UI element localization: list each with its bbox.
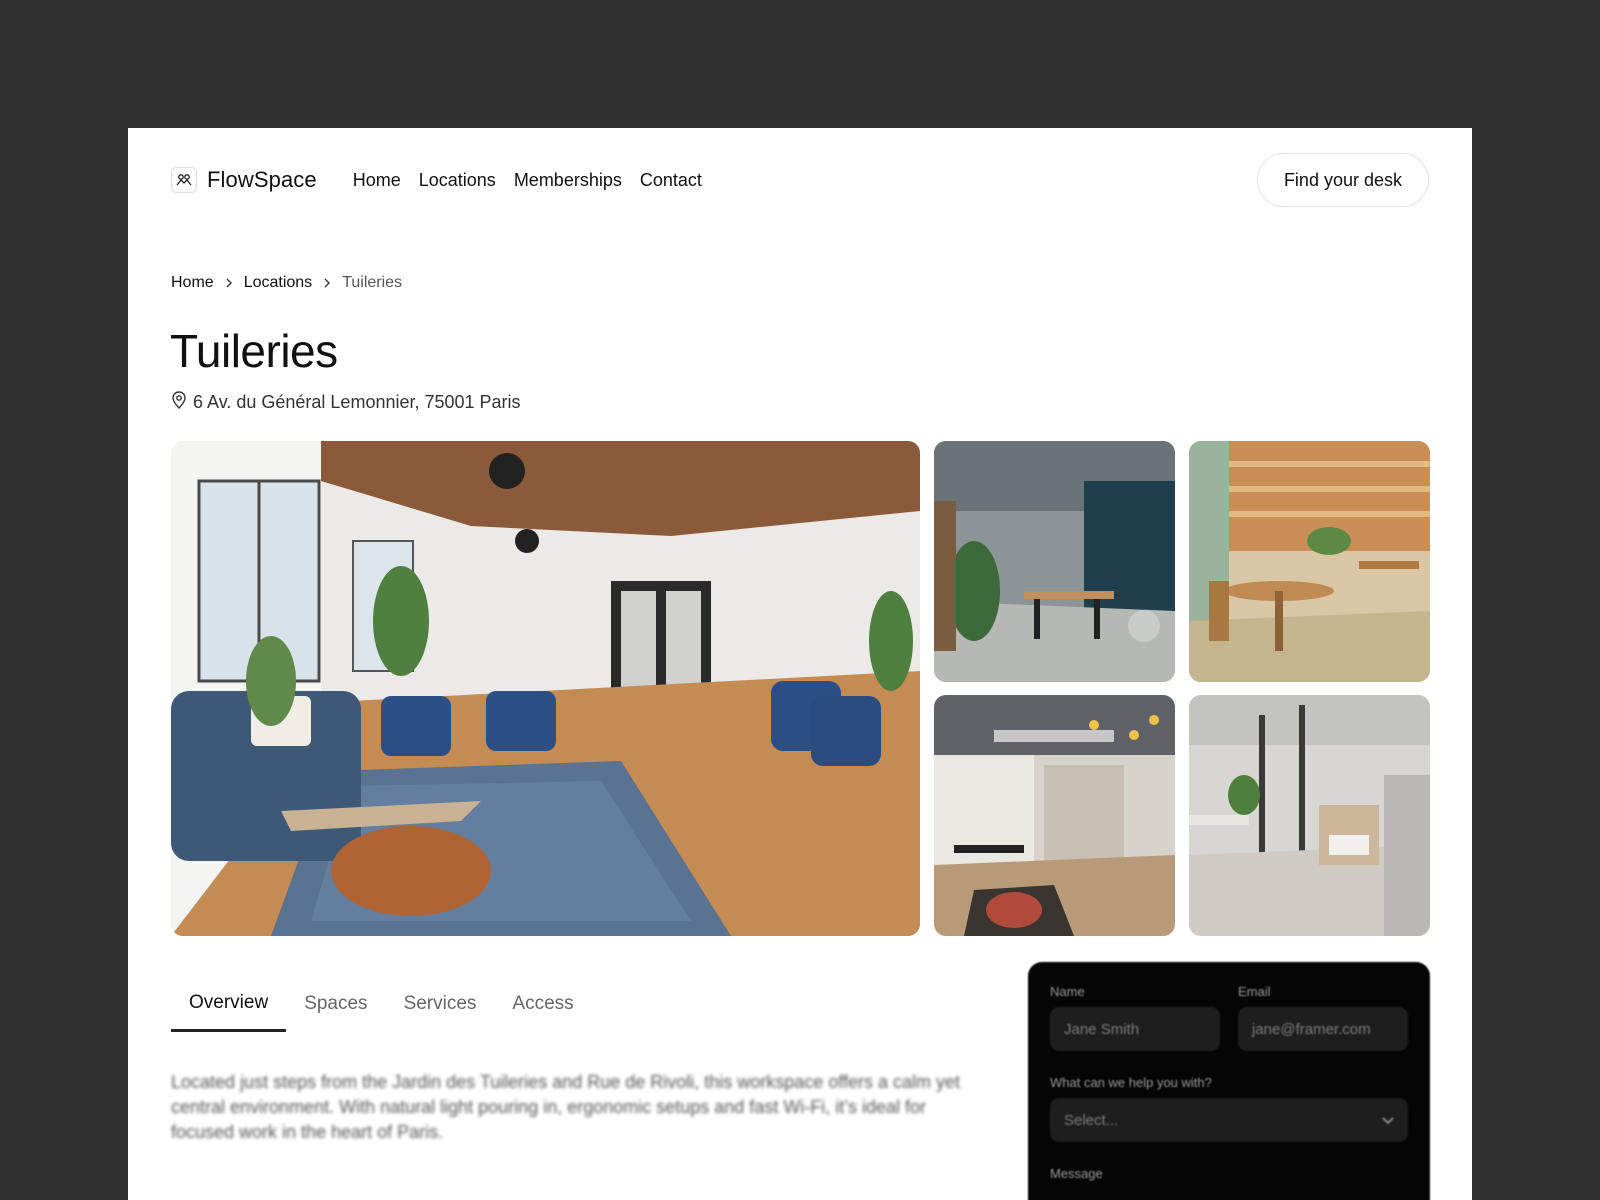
- location-tabs: Overview Spaces Services Access: [171, 976, 592, 1032]
- email-field[interactable]: jane@framer.com: [1238, 1007, 1408, 1051]
- breadcrumb-home[interactable]: Home: [171, 274, 214, 292]
- email-label: Email: [1238, 984, 1271, 999]
- people-icon: [171, 167, 197, 193]
- breadcrumb-current: Tuileries: [342, 274, 403, 291]
- address: 6 Av. du Général Lemonnier, 75001 Paris: [171, 391, 521, 414]
- tab-overview[interactable]: Overview: [171, 976, 287, 1032]
- nav-link-home[interactable]: Home: [353, 170, 401, 191]
- gallery-photo-main[interactable]: [171, 441, 920, 936]
- breadcrumb-locations[interactable]: Locations: [244, 274, 313, 292]
- help-select-value: Select...: [1064, 1111, 1119, 1129]
- breadcrumb: Home Locations Tuileries: [171, 274, 402, 292]
- name-field[interactable]: Jane Smith: [1050, 1007, 1220, 1051]
- tab-spaces[interactable]: Spaces: [286, 976, 385, 1032]
- find-desk-button[interactable]: Find your desk: [1256, 153, 1429, 207]
- gallery-photo-office[interactable]: [1189, 695, 1430, 936]
- gallery-photo-cafe[interactable]: [1189, 441, 1430, 682]
- nav-links: Home Locations Memberships Contact: [353, 170, 702, 191]
- help-select[interactable]: Select...: [1050, 1098, 1408, 1142]
- chevron-right-icon: [320, 276, 334, 290]
- top-nav: FlowSpace Home Locations Memberships Con…: [171, 152, 1429, 208]
- help-label: What can we help you with?: [1050, 1075, 1212, 1090]
- chevron-down-icon: [1382, 1112, 1394, 1129]
- gallery-photo-coworking[interactable]: [934, 441, 1175, 682]
- overview-text: Located just steps from the Jardin des T…: [171, 1072, 961, 1142]
- contact-form: Name Jane Smith Email jane@framer.com Wh…: [1028, 962, 1430, 1200]
- name-label: Name: [1050, 984, 1085, 999]
- brand-name: FlowSpace: [207, 167, 317, 192]
- address-text: 6 Av. du Général Lemonnier, 75001 Paris: [193, 392, 521, 412]
- nav-link-locations[interactable]: Locations: [419, 170, 496, 191]
- nav-link-contact[interactable]: Contact: [640, 170, 702, 191]
- page-title: Tuileries: [170, 325, 338, 377]
- gallery-photo-meeting[interactable]: [934, 695, 1175, 936]
- tab-access[interactable]: Access: [494, 976, 591, 1032]
- tab-services[interactable]: Services: [386, 976, 495, 1032]
- nav-link-memberships[interactable]: Memberships: [514, 170, 622, 191]
- map-pin-icon: [171, 391, 187, 414]
- page-card: FlowSpace Home Locations Memberships Con…: [128, 128, 1472, 1200]
- brand-logo[interactable]: FlowSpace: [171, 167, 317, 193]
- chevron-right-icon: [222, 276, 236, 290]
- photo-gallery: [171, 441, 1430, 936]
- message-label: Message: [1050, 1166, 1103, 1181]
